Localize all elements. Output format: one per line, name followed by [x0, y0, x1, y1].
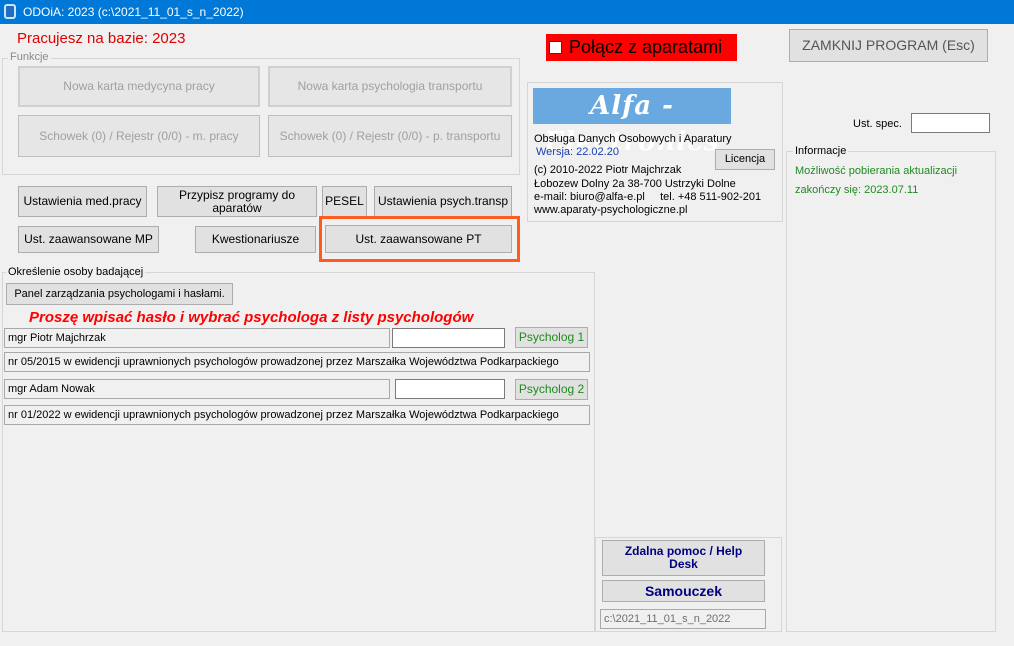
examiner-group — [2, 272, 595, 632]
clipboard-psych-button[interactable]: Schowek (0) / Rejestr (0/0) - p. transpo… — [268, 115, 512, 157]
path-field: c:\2021_11_01_s_n_2022 — [600, 609, 766, 629]
psychologist-1-name: mgr Piotr Majchrzak — [4, 328, 390, 348]
psychologist-2-name: mgr Adam Nowak — [4, 379, 390, 399]
license-button[interactable]: Licencja — [715, 149, 775, 170]
website-label: www.aparaty-psychologiczne.pl — [534, 204, 688, 216]
psychologist-1-record: nr 05/2015 w ewidencji uprawnionych psyc… — [4, 352, 590, 372]
connect-label: Połącz z aparatami — [569, 37, 723, 57]
funkcje-legend: Funkcje — [8, 51, 51, 63]
psych-settings-button[interactable]: Ustawienia psych.transp — [374, 186, 512, 217]
window-title: ODOiA: 2023 (c:\2021_11_01_s_n_2022) — [23, 5, 244, 19]
psychologist-2-password[interactable] — [395, 379, 505, 399]
remote-help-button[interactable]: Zdalna pomoc / Help Desk — [602, 540, 765, 576]
pesel-button[interactable]: PESEL — [322, 186, 367, 217]
service-label: Obsługa Danych Osobowych i Aparatury — [534, 133, 732, 145]
psychologists-panel-button[interactable]: Panel zarządzania psychologami i hasłami… — [6, 283, 233, 305]
questionnaires-button[interactable]: Kwestionariusze — [195, 226, 316, 253]
new-psych-card-button[interactable]: Nowa karta psychologia transportu — [268, 66, 512, 107]
tutorial-button[interactable]: Samouczek — [602, 580, 765, 602]
psychologist-2-button[interactable]: Psycholog 2 — [515, 379, 588, 400]
info-legend: Informacje — [793, 145, 849, 157]
update-info-line1: Możliwość pobierania aktualizacji — [795, 165, 958, 177]
examiner-legend: Określenie osoby badającej — [6, 266, 146, 278]
contact-label: e-mail: biuro@alfa-e.pl tel. +48 511-902… — [534, 191, 762, 203]
app-icon — [4, 4, 16, 19]
base-label: Pracujesz na bazie: 2023 — [17, 30, 186, 47]
advanced-mp-button[interactable]: Ust. zaawansowane MP — [18, 226, 159, 253]
password-prompt: Proszę wpisać hasło i wybrać psychologa … — [29, 309, 474, 326]
address-label: Łobozew Dolny 2a 38-700 Ustrzyki Dolne — [534, 178, 736, 190]
clipboard-med-button[interactable]: Schowek (0) / Rejestr (0/0) - m. pracy — [18, 115, 260, 157]
close-program-button[interactable]: ZAMKNIJ PROGRAM (Esc) — [789, 29, 988, 62]
update-info-line2: zakończy się: 2023.07.11 — [795, 184, 919, 196]
new-med-card-button[interactable]: Nowa karta medycyna pracy — [18, 66, 260, 107]
advanced-pt-button[interactable]: Ust. zaawansowane PT — [325, 225, 512, 253]
version-label: Wersja: 22.02.20 — [536, 146, 619, 158]
ust-spec-label: Ust. spec. — [853, 118, 902, 130]
checkbox-box[interactable] — [549, 41, 562, 54]
copyright-label: (c) 2010-2022 Piotr Majchrzak — [534, 164, 682, 176]
assign-programs-button[interactable]: Przypisz programy do aparatów — [157, 186, 317, 217]
company-logo: Alfa - Electronics — [533, 88, 731, 157]
info-group — [786, 151, 996, 632]
title-bar: ODOiA: 2023 (c:\2021_11_01_s_n_2022) — [0, 0, 1014, 24]
ust-spec-input[interactable] — [911, 113, 990, 133]
psychologist-1-password[interactable] — [392, 328, 505, 348]
psychologist-1-button[interactable]: Psycholog 1 — [515, 327, 588, 348]
psychologist-2-record: nr 01/2022 w ewidencji uprawnionych psyc… — [4, 405, 590, 425]
connect-checkbox[interactable]: Połącz z aparatami — [546, 34, 737, 61]
med-settings-button[interactable]: Ustawienia med.pracy — [18, 186, 147, 217]
